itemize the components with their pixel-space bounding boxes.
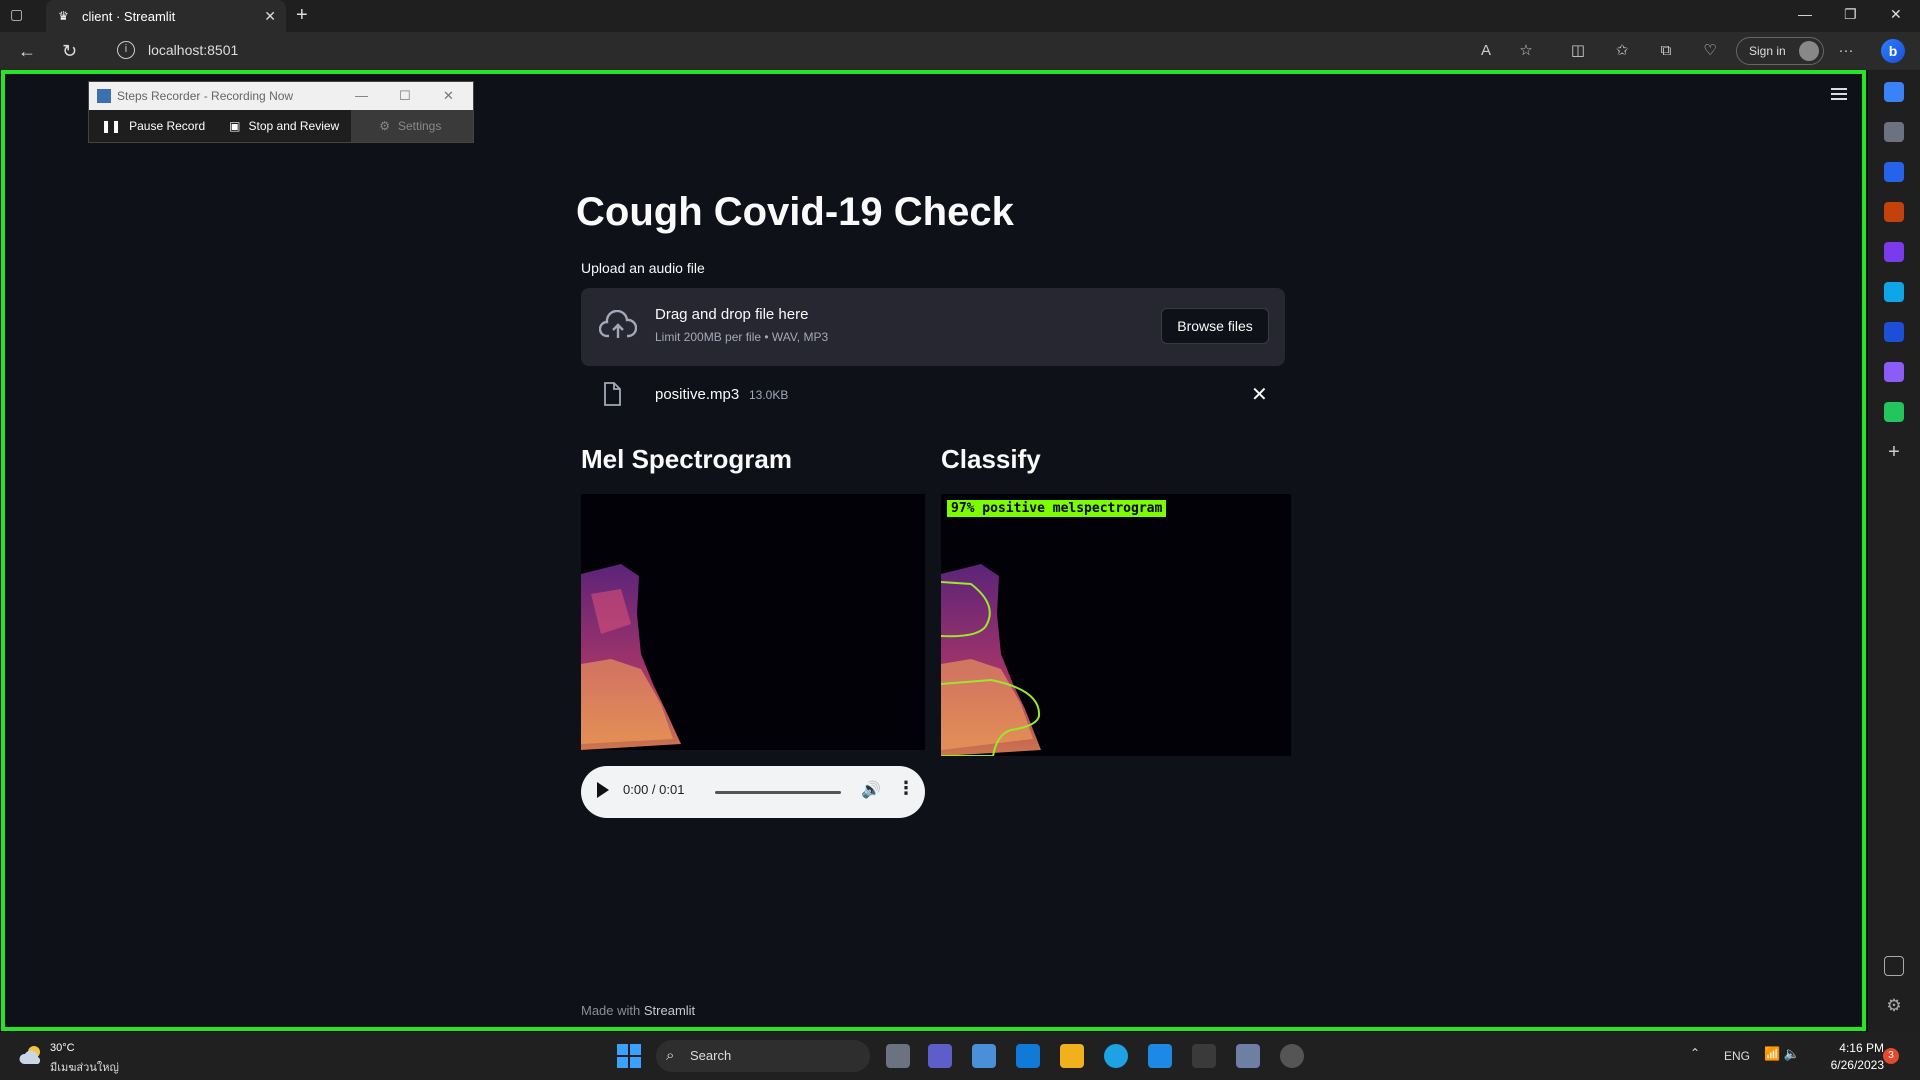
- taskbar-search-label: Search: [690, 1048, 732, 1063]
- collections-icon[interactable]: ⧉: [1656, 41, 1676, 61]
- recording-frame: [1, 70, 1866, 1031]
- sr-minimize-icon[interactable]: —: [355, 82, 368, 110]
- sidebar-settings-icon[interactable]: ⚙: [1884, 996, 1904, 1016]
- tab-title: client · Streamlit: [82, 8, 176, 24]
- file-explorer-icon[interactable]: [1060, 1044, 1084, 1068]
- office-icon[interactable]: [1884, 322, 1904, 342]
- add-sidebar-icon[interactable]: +: [1884, 442, 1904, 462]
- language-indicator[interactable]: ENG: [1724, 1049, 1750, 1063]
- tab-actions-icon[interactable]: ▢: [10, 6, 36, 26]
- settings-gear-icon: ⚙: [379, 119, 390, 133]
- shopping-icon[interactable]: [1884, 82, 1904, 102]
- taskbar-search[interactable]: ⌕ Search: [656, 1040, 870, 1072]
- sr-maximize-icon: ☐: [399, 88, 411, 103]
- settings-label: Settings: [398, 119, 442, 133]
- pause-icon: ❚❚: [101, 119, 122, 133]
- new-tab-icon[interactable]: +: [296, 4, 308, 27]
- avatar: [1799, 41, 1819, 61]
- drop-icon[interactable]: [1884, 402, 1904, 422]
- clock-date[interactable]: 6/26/2023: [1812, 1058, 1884, 1072]
- sr-close-icon[interactable]: ✕: [443, 82, 454, 110]
- streamlit-favicon-icon: ♛: [58, 9, 69, 23]
- stop-and-review-button[interactable]: ▣ Stop and Review: [217, 110, 351, 142]
- more-options-icon[interactable]: ···: [1836, 41, 1856, 61]
- minimize-icon[interactable]: —: [1798, 6, 1812, 22]
- wifi-volume-icon[interactable]: 📶 🔈: [1764, 1046, 1800, 1062]
- vscode-icon[interactable]: [1148, 1044, 1172, 1068]
- copilot-icon[interactable]: b: [1881, 39, 1905, 63]
- restore-icon[interactable]: ❐: [1844, 6, 1857, 23]
- teams-icon[interactable]: [928, 1044, 952, 1068]
- notification-badge[interactable]: 3: [1883, 1048, 1899, 1064]
- refresh-icon[interactable]: ↻: [62, 41, 77, 62]
- steps-recorder-titlebar: Steps Recorder - Recording Now — ☐ ✕: [89, 82, 473, 110]
- tray-overflow-icon[interactable]: ⌃: [1690, 1046, 1700, 1060]
- weather-temperature: 30°C: [50, 1042, 75, 1054]
- browser-essentials-icon[interactable]: ♡: [1700, 41, 1720, 61]
- close-window-icon[interactable]: ✕: [1890, 6, 1902, 23]
- steps-recorder-window: Steps Recorder - Recording Now — ☐ ✕ ❚❚ …: [88, 81, 474, 143]
- settings-button[interactable]: ⚙ Settings: [351, 110, 473, 142]
- taskbar: 30°C มีเมฆส่วนใหญ่ ⌕ Search ⌃ ENG 📶 🔈 4:…: [0, 1032, 1920, 1080]
- tab-close-icon[interactable]: ✕: [264, 8, 276, 25]
- favorites-icon[interactable]: ✩: [1612, 41, 1632, 61]
- hide-sidebar-icon[interactable]: [1884, 956, 1904, 976]
- edge-sidebar: + ⚙: [1868, 70, 1920, 1052]
- favorite-star-icon[interactable]: ☆: [1516, 41, 1536, 61]
- photos-icon[interactable]: [972, 1044, 996, 1068]
- split-screen-icon[interactable]: ◫: [1568, 41, 1588, 61]
- read-aloud-icon[interactable]: A: [1476, 41, 1496, 61]
- back-icon[interactable]: ←: [18, 41, 36, 62]
- url-field[interactable]: localhost:8501: [148, 42, 238, 58]
- task-view-icon[interactable]: [886, 1044, 910, 1068]
- app-icon[interactable]: [1280, 1044, 1304, 1068]
- stop-and-review-label: Stop and Review: [248, 119, 340, 133]
- pause-record-button[interactable]: ❚❚ Pause Record: [89, 110, 217, 142]
- weather-cloud-icon[interactable]: [18, 1044, 44, 1066]
- address-bar: ← ↻ i localhost:8501 A ☆ ◫ ✩ ⧉ ♡ Sign in…: [0, 32, 1920, 70]
- browser-tab-bar: ▢ ♛ client · Streamlit ✕ + — ❐ ✕: [0, 0, 1920, 32]
- designer-icon[interactable]: [1884, 362, 1904, 382]
- start-button[interactable]: [617, 1044, 641, 1068]
- sign-in-label: Sign in: [1749, 44, 1786, 58]
- steps-recorder-title: Steps Recorder - Recording Now: [117, 89, 294, 103]
- steps-recorder-taskbar-icon[interactable]: [1236, 1044, 1260, 1068]
- store-icon[interactable]: [1016, 1044, 1040, 1068]
- stop-icon: ▣: [229, 119, 241, 133]
- sidebar-search-icon[interactable]: [1884, 122, 1904, 142]
- sign-in-button[interactable]: Sign in: [1736, 37, 1824, 65]
- steps-recorder-toolbar: ❚❚ Pause Record ▣ Stop and Review ⚙ Sett…: [89, 110, 473, 142]
- terminal-icon[interactable]: [1192, 1044, 1216, 1068]
- search-icon: ⌕: [666, 1047, 675, 1064]
- weather-description: มีเมฆส่วนใหญ่: [50, 1062, 119, 1074]
- pause-record-label: Pause Record: [129, 119, 206, 133]
- clock-time[interactable]: 4:16 PM: [1820, 1041, 1884, 1055]
- outlook-icon[interactable]: [1884, 282, 1904, 302]
- microsoft365-icon[interactable]: [1884, 242, 1904, 262]
- steps-recorder-icon: [97, 89, 111, 103]
- tools-icon[interactable]: [1884, 162, 1904, 182]
- games-icon[interactable]: [1884, 202, 1904, 222]
- browser-tab[interactable]: ♛ client · Streamlit ✕: [46, 0, 286, 32]
- site-info-icon[interactable]: i: [117, 41, 135, 59]
- edge-icon[interactable]: [1104, 1044, 1128, 1068]
